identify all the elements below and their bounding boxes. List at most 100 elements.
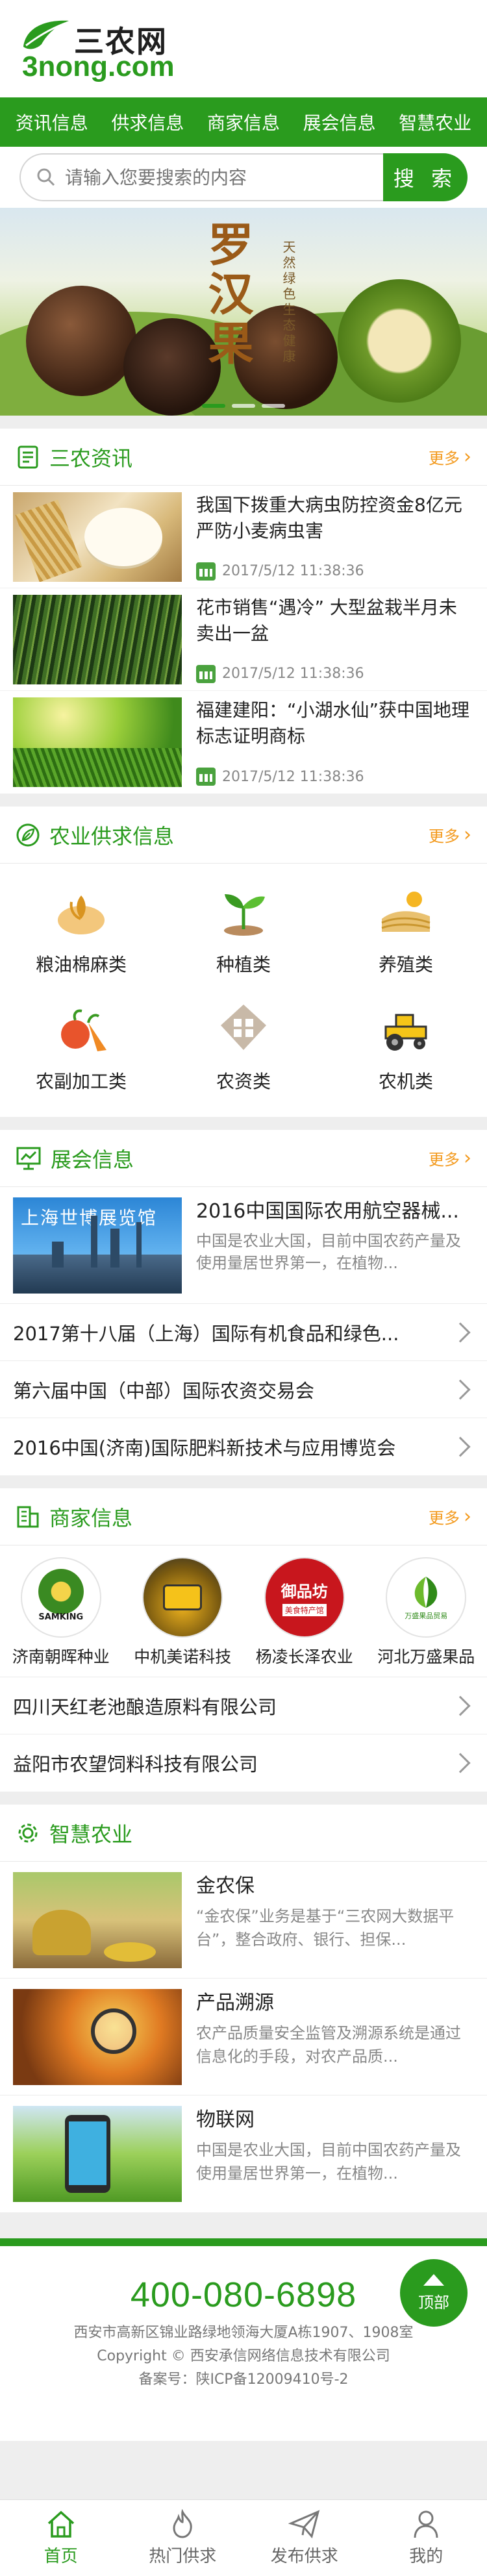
merchant-logo: 万盛果品贸易	[386, 1557, 467, 1638]
merchant-card[interactable]: 万盛果品贸易 河北万盛果品	[366, 1557, 487, 1668]
news-time: 2017/5/12 11:38:36	[222, 768, 364, 785]
gear-icon	[18, 1823, 38, 1842]
category-label: 农资类	[216, 1071, 271, 1092]
fertilizer-icon	[212, 997, 275, 1060]
more-label: 更多	[429, 827, 460, 845]
news-item[interactable]: 我国下拨重大病虫防控资金8亿元 严防小麦病虫害 2017/5/12 11:38:…	[0, 486, 487, 588]
smart-item[interactable]: 金农保 “金农保”业务是基于“三农网大数据平台”，整合政府、银行、担保...	[0, 1862, 487, 1979]
nav-item-expo[interactable]: 展会信息	[303, 109, 376, 135]
merchant-list-item[interactable]: 益阳市农望饲料科技有限公司	[0, 1734, 487, 1792]
logo-domain: 3nong.com	[22, 51, 175, 82]
more-link[interactable]: 更多 ›	[429, 1505, 471, 1528]
tab-publish-supply[interactable]: 发布供求	[244, 2500, 366, 2576]
footer-copyright: Copyright © 西安承信网络信息技术有限公司	[97, 2348, 390, 2364]
more-link[interactable]: 更多 ›	[429, 823, 471, 846]
carousel-dot[interactable]	[232, 404, 255, 408]
category-agri-materials[interactable]: 农资类	[162, 987, 325, 1104]
carousel-dot[interactable]	[202, 404, 225, 408]
more-label: 更多	[429, 449, 460, 468]
section-title: 展会信息	[51, 1147, 134, 1172]
smart-item[interactable]: 物联网 中国是农业大国，目前中国农药产量及使用量居世界第一，在植物...	[0, 2095, 487, 2212]
category-planting[interactable]: 种植类	[162, 870, 325, 987]
nav-item-supply[interactable]: 供求信息	[111, 109, 184, 135]
expo-section: 展会信息 更多 › 上海世博展览馆 2016中国国际农用航空器械... 中国是农业…	[0, 1130, 487, 1475]
search-icon	[37, 168, 55, 186]
banner-carousel[interactable]: 罗汉果 天然绿色生态健康	[0, 208, 487, 416]
tab-label: 热门供求	[149, 2547, 217, 2566]
calendar-icon	[196, 768, 216, 786]
expo-list-item[interactable]: 2016中国(济南)国际肥料新技术与应用博览会	[0, 1418, 487, 1475]
merchant-card[interactable]: 御品坊 美食特产馆 杨凌长泽农业	[244, 1557, 366, 1668]
chevron-right-icon	[450, 1379, 471, 1400]
more-link[interactable]: 更多 ›	[429, 1147, 471, 1169]
merchant-list-item[interactable]: 四川天红老池酿造原料有限公司	[0, 1677, 487, 1734]
merchants-section-header: 商家信息 更多 ›	[0, 1488, 487, 1545]
chevron-right-icon	[450, 1695, 471, 1716]
expo-list-title: 2016中国(济南)国际肥料新技术与应用博览会	[13, 1437, 396, 1459]
farm-icon	[375, 881, 437, 943]
category-machinery[interactable]: 农机类	[325, 987, 487, 1104]
banner-fruit-image	[338, 279, 461, 403]
search-button[interactable]: 搜 索	[383, 153, 468, 201]
merchant-card[interactable]: 中机美诺科技	[122, 1557, 244, 1668]
tab-home[interactable]: 首页	[0, 2500, 122, 2576]
smart-title: 物联网	[196, 2108, 255, 2131]
smart-item[interactable]: 产品溯源 农产品质量安全监管及溯源系统是通过信息化的手段，对农产品质...	[0, 1979, 487, 2095]
nav-item-merchants[interactable]: 商家信息	[207, 109, 280, 135]
search-input[interactable]	[65, 166, 351, 188]
section-title: 农业供求信息	[49, 823, 175, 849]
merchant-card[interactable]: SAMKING 济南朝晖种业	[0, 1557, 122, 1668]
expo-list-item[interactable]: 第六届中国（中部）国际农资交易会	[0, 1361, 487, 1418]
seedling-icon	[212, 881, 275, 943]
chevron-right-icon: ›	[464, 823, 471, 846]
more-link[interactable]: 更多 ›	[429, 445, 471, 468]
tractor-icon	[375, 997, 437, 1060]
site-logo[interactable]: 三农网 3nong.com	[17, 17, 175, 82]
expo-list-title: 第六届中国（中部）国际农资交易会	[13, 1379, 315, 1402]
main-nav: 资讯信息 供求信息 商家信息 展会信息 智慧农业	[0, 97, 487, 147]
expo-featured-item[interactable]: 上海世博展览馆 2016中国国际农用航空器械... 中国是农业大国，目前中国农药…	[0, 1187, 487, 1304]
smart-agriculture-section: 智慧农业 金农保 “金农保”业务是基于“三农网大数据平台”，整合政府、银行、担保…	[0, 1805, 487, 2212]
smart-title: 产品溯源	[196, 1992, 274, 2014]
search-box	[19, 153, 383, 201]
news-item[interactable]: 福建建阳：“小湖水仙”获中国地理标志证明商标 2017/5/12 11:38:3…	[0, 691, 487, 794]
chevron-right-icon: ›	[464, 1505, 471, 1528]
category-processing[interactable]: 农副加工类	[0, 987, 162, 1104]
news-title: 我国下拨重大病虫防控资金8亿元 严防小麦病虫害	[196, 494, 462, 542]
tab-profile[interactable]: 我的	[366, 2500, 487, 2576]
home-icon	[47, 2510, 74, 2538]
merchant-name: 杨凌长泽农业	[255, 1647, 353, 1666]
leaf-logo-icon	[414, 1577, 438, 1608]
flame-icon	[173, 2509, 192, 2538]
carousel-dot[interactable]	[262, 404, 285, 408]
chevron-right-icon	[450, 1321, 471, 1343]
category-grain-oil[interactable]: 粮油棉麻类	[0, 870, 162, 987]
chevron-right-icon: ›	[464, 445, 471, 468]
expo-description: 中国是农业大国，目前中国农药产量及使用量居世界第一，在植物...	[196, 1232, 461, 1272]
supply-category-grid: 粮油棉麻类 种植类 养殖类 农副加工类 农资类 农机类	[0, 864, 487, 1117]
chevron-right-icon: ›	[464, 1147, 471, 1169]
news-item[interactable]: 花市销售“遇冷” 大型盆栽半月未卖出一盆 2017/5/12 11:38:36	[0, 588, 487, 691]
tab-label: 我的	[409, 2547, 443, 2566]
nav-item-smart-agriculture[interactable]: 智慧农业	[399, 109, 471, 135]
smart-section-header: 智慧农业	[0, 1805, 487, 1862]
back-to-top-button[interactable]: 顶部	[400, 2259, 468, 2327]
tab-hot-supply[interactable]: 热门供求	[122, 2500, 244, 2576]
supply-section: 农业供求信息 更多 › 粮油棉麻类 种植类 养殖类 农副加工类 农资类 农机类	[0, 807, 487, 1117]
news-section-header: 三农资讯 更多 ›	[0, 429, 487, 486]
tab-label: 首页	[44, 2547, 78, 2566]
category-breeding[interactable]: 养殖类	[325, 870, 487, 987]
expo-list-item[interactable]: 2017第十八届（上海）国际有机食品和绿色...	[0, 1304, 487, 1361]
supply-section-header: 农业供求信息 更多 ›	[0, 807, 487, 864]
nav-item-news[interactable]: 资讯信息	[16, 109, 88, 135]
news-time: 2017/5/12 11:38:36	[222, 666, 364, 682]
leaf-logo-icon	[23, 20, 69, 49]
expo-title: 2016中国国际农用航空器械...	[196, 1200, 459, 1223]
merchant-list-name: 四川天红老池酿造原料有限公司	[13, 1695, 277, 1718]
merchant-name: 济南朝晖种业	[12, 1647, 110, 1666]
calendar-icon	[196, 664, 216, 683]
category-label: 粮油棉麻类	[35, 954, 127, 975]
calendar-icon	[196, 562, 216, 581]
smart-title: 金农保	[196, 1875, 255, 1897]
header: 三农网 3nong.com	[0, 0, 487, 97]
